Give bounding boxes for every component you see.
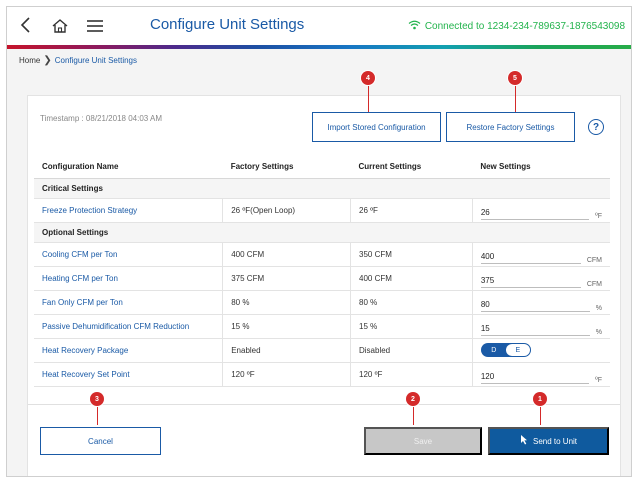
current-value: 15 %	[350, 314, 473, 339]
unit-label: ºF	[595, 213, 602, 220]
section-title: Optional Settings	[34, 222, 610, 243]
new-value-input[interactable]	[480, 298, 590, 312]
connection-label: Connected to 1234-234-789637-1876543098	[424, 21, 625, 32]
factory-value: 26 ºF(Open Loop)	[222, 198, 351, 223]
heat-recovery-toggle[interactable]: D E	[480, 343, 531, 357]
callout-marker-send: 1	[533, 392, 547, 406]
back-arrow-icon[interactable]	[17, 15, 35, 35]
setting-name[interactable]: Passive Dehumidification CFM Reduction	[34, 314, 223, 339]
home-icon[interactable]	[50, 16, 70, 36]
cursor-icon	[520, 435, 528, 447]
callout-marker-restore: 5	[508, 71, 522, 85]
setting-name[interactable]: Freeze Protection Strategy	[34, 198, 223, 223]
factory-value: Enabled	[222, 338, 351, 363]
table-header-row: Configuration Name Factory Settings Curr…	[34, 156, 610, 179]
table-row: Cooling CFM per Ton 400 CFM 350 CFM CFM	[34, 242, 610, 267]
unit-label: ºF	[595, 377, 602, 384]
page-title: Configure Unit Settings	[150, 16, 305, 33]
unit-label: CFM	[586, 257, 602, 264]
section-title: Critical Settings	[34, 178, 610, 199]
setting-name[interactable]: Cooling CFM per Ton	[34, 242, 223, 267]
unit-label: CFM	[586, 281, 602, 288]
connection-status: Connected to 1234-234-789637-1876543098	[408, 20, 625, 33]
column-header: Configuration Name	[34, 156, 223, 179]
setting-name[interactable]: Fan Only CFM per Ton	[34, 290, 223, 315]
brand-color-bar	[7, 45, 631, 49]
factory-value: 120 ºF	[222, 362, 351, 387]
column-header: Current Settings	[350, 156, 473, 179]
current-value: 80 %	[350, 290, 473, 315]
new-value-input[interactable]	[480, 322, 590, 336]
factory-value: 400 CFM	[222, 242, 351, 267]
factory-value: 375 CFM	[222, 266, 351, 291]
callout-line	[515, 84, 516, 112]
factory-value: 80 %	[222, 290, 351, 315]
unit-label: %	[595, 329, 602, 336]
save-button[interactable]: Save	[364, 427, 482, 455]
callout-line	[97, 405, 98, 425]
settings-table: Configuration Name Factory Settings Curr…	[34, 156, 610, 387]
setting-name[interactable]: Heating CFM per Ton	[34, 266, 223, 291]
table-row: Heat Recovery Set Point 120 ºF 120 ºF ºF	[34, 362, 610, 387]
top-bar: Configure Unit Settings Connected to 123…	[7, 7, 631, 45]
table-row: Passive Dehumidification CFM Reduction 1…	[34, 314, 610, 339]
current-value: Disabled	[350, 338, 473, 363]
column-header: Factory Settings	[222, 156, 351, 179]
callout-marker-import: 4	[361, 71, 375, 85]
current-value: 26 ºF	[350, 198, 473, 223]
callout-marker-cancel: 3	[90, 392, 104, 406]
toggle-option-enabled[interactable]: E	[505, 344, 530, 356]
help-icon[interactable]: ?	[588, 119, 604, 135]
new-value-input[interactable]	[480, 206, 590, 220]
hamburger-menu-icon[interactable]	[85, 17, 105, 35]
current-value: 350 CFM	[350, 242, 473, 267]
setting-name[interactable]: Heat Recovery Set Point	[34, 362, 223, 387]
toggle-option-disabled[interactable]: D	[482, 344, 506, 356]
action-footer: Cancel Save Send to Unit	[28, 404, 620, 476]
new-value-input[interactable]	[480, 370, 590, 384]
import-stored-configuration-button[interactable]: Import Stored Configuration	[312, 112, 441, 142]
current-value: 400 CFM	[350, 266, 473, 291]
new-value-input[interactable]	[480, 274, 581, 288]
timestamp: Timestamp : 08/21/2018 04:03 AM	[40, 114, 162, 123]
breadcrumb: Home ❯ Configure Unit Settings	[19, 55, 137, 66]
chevron-right-icon: ❯	[43, 55, 52, 66]
column-header: New Settings	[472, 156, 610, 179]
callout-marker-save: 2	[406, 392, 420, 406]
callout-line	[413, 405, 414, 425]
section-header-critical: Critical Settings	[34, 178, 610, 199]
app-window: Configure Unit Settings Connected to 123…	[6, 6, 632, 477]
table-row: Heating CFM per Ton 375 CFM 400 CFM CFM	[34, 266, 610, 291]
send-to-unit-label: Send to Unit	[532, 436, 578, 446]
new-value-input[interactable]	[480, 250, 581, 264]
breadcrumb-current: Configure Unit Settings	[54, 56, 137, 65]
wifi-icon	[408, 20, 421, 33]
table-row: Fan Only CFM per Ton 80 % 80 % %	[34, 290, 610, 315]
callout-line	[368, 84, 369, 112]
settings-panel: Timestamp : 08/21/2018 04:03 AM Import S…	[27, 95, 621, 476]
send-to-unit-button[interactable]: Send to Unit	[488, 427, 609, 455]
callout-line	[540, 405, 541, 425]
breadcrumb-home[interactable]: Home	[19, 56, 40, 65]
table-row: Freeze Protection Strategy 26 ºF(Open Lo…	[34, 198, 610, 223]
table-row: Heat Recovery Package Enabled Disabled D…	[34, 338, 610, 363]
factory-value: 15 %	[222, 314, 351, 339]
restore-factory-settings-button[interactable]: Restore Factory Settings	[446, 112, 575, 142]
current-value: 120 ºF	[350, 362, 473, 387]
section-header-optional: Optional Settings	[34, 222, 610, 243]
setting-name[interactable]: Heat Recovery Package	[34, 338, 223, 363]
unit-label: %	[595, 305, 602, 312]
cancel-button[interactable]: Cancel	[40, 427, 161, 455]
